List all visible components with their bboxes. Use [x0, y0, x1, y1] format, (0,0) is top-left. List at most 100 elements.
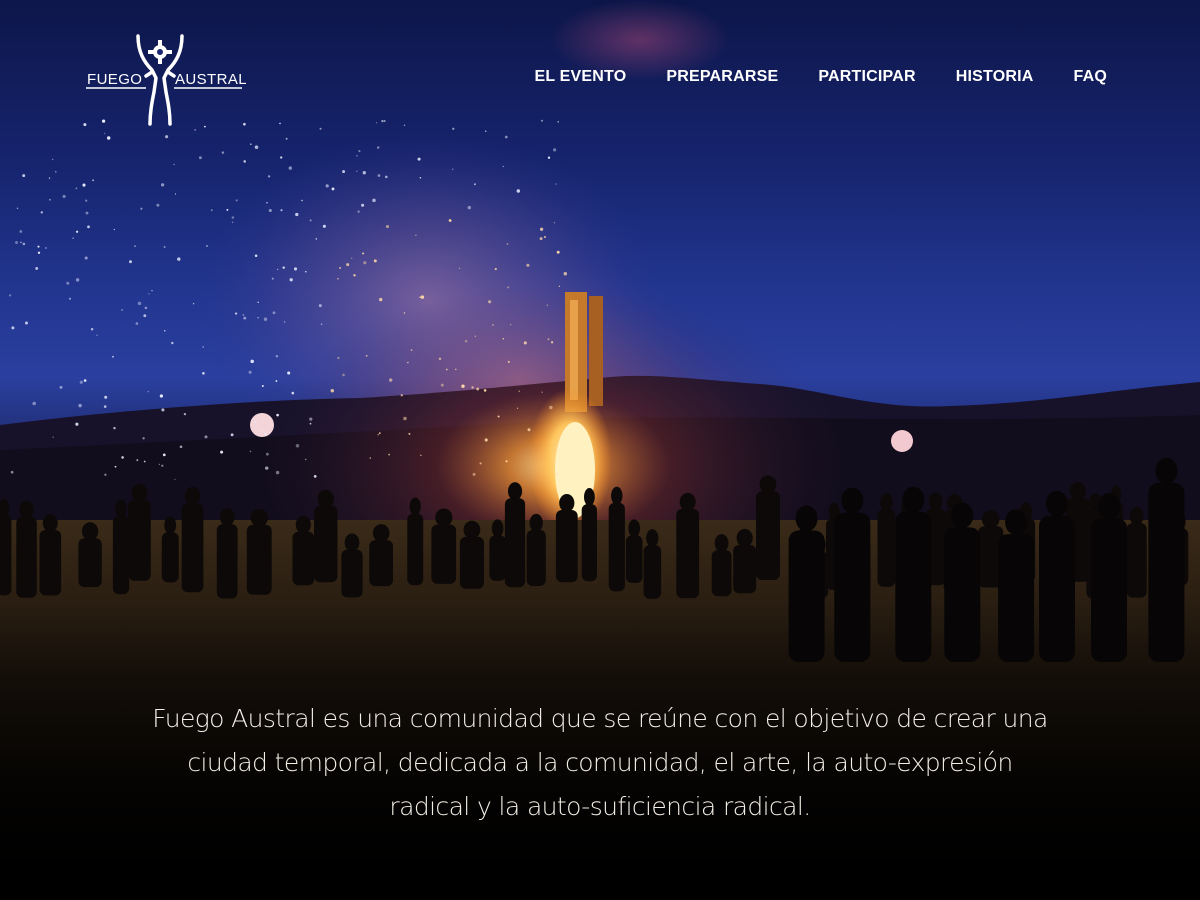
spark [51, 158, 54, 161]
spark [497, 415, 500, 418]
spark [161, 408, 165, 412]
spark [410, 349, 413, 352]
nav-item-el-evento[interactable]: EL EVENTO [534, 66, 626, 88]
spark [377, 146, 380, 149]
spark [210, 209, 213, 212]
spark [266, 452, 269, 456]
nav-item-participar[interactable]: PARTICIPAR [818, 66, 915, 88]
spark [322, 224, 326, 228]
spark [275, 380, 278, 382]
spark [266, 201, 268, 204]
nav-item-historia[interactable]: HISTORIA [956, 66, 1034, 88]
spark [556, 250, 560, 254]
person-silhouette [895, 486, 932, 662]
spark [472, 472, 476, 476]
spark [103, 405, 107, 408]
spark [183, 412, 187, 416]
spark [113, 426, 116, 430]
spark [356, 155, 358, 157]
nav-item-prepararse[interactable]: PREPARARSE [666, 66, 778, 88]
spark [134, 245, 136, 247]
spark [539, 237, 543, 241]
spark [136, 459, 139, 462]
spark [516, 407, 519, 409]
spark [114, 465, 117, 468]
spark [174, 193, 177, 195]
spark [288, 166, 292, 170]
spark [271, 277, 274, 280]
spark [451, 168, 454, 170]
spark [202, 346, 204, 348]
site-header: FUEGO AUSTRAL EL EVENTO PREPARARSE PARTI… [0, 0, 1200, 140]
spark [471, 386, 474, 389]
spark [226, 208, 229, 211]
spark [202, 372, 205, 375]
spark [385, 224, 390, 229]
spark [173, 163, 175, 166]
spark [547, 338, 550, 341]
spark [342, 170, 346, 174]
spark [420, 295, 425, 299]
person-silhouette [733, 528, 757, 594]
spark [40, 211, 43, 214]
spark [365, 354, 368, 357]
landing-page: FUEGO AUSTRAL EL EVENTO PREPARARSE PARTI… [0, 0, 1200, 900]
spark [315, 238, 318, 240]
spark [161, 464, 164, 467]
spark [66, 281, 70, 285]
spark [75, 278, 80, 282]
spark [45, 247, 47, 249]
spark [254, 420, 257, 423]
spark [507, 360, 510, 363]
spark [49, 199, 51, 201]
spark [11, 326, 15, 330]
spark [305, 271, 307, 273]
spark [408, 432, 411, 435]
spark [301, 199, 303, 202]
spark [55, 171, 57, 173]
spark [289, 278, 293, 282]
spark [502, 338, 505, 340]
spark [388, 453, 390, 456]
spark [20, 241, 22, 244]
spark [476, 387, 480, 391]
spark [309, 219, 312, 222]
spark [260, 429, 264, 433]
spark [445, 368, 448, 371]
spark [158, 463, 161, 465]
spark [331, 187, 335, 191]
hero-tagline: Fuego Austral es una comunidad que se re… [152, 704, 1048, 821]
spark [523, 341, 527, 345]
spark [356, 170, 358, 172]
nav-item-faq[interactable]: FAQ [1074, 66, 1108, 88]
spark [135, 322, 139, 325]
spark [268, 208, 272, 213]
spark [235, 199, 238, 202]
spark [357, 210, 360, 213]
spark [84, 256, 88, 260]
spark [342, 373, 345, 377]
spark [488, 300, 492, 304]
spark [325, 184, 329, 188]
spark [174, 478, 176, 481]
spark [37, 251, 41, 254]
spark [206, 245, 208, 247]
spark [280, 209, 283, 212]
fuego-austral-logo[interactable]: FUEGO AUSTRAL [86, 32, 246, 128]
spark [467, 205, 472, 210]
spark [267, 175, 271, 178]
spark [369, 457, 372, 459]
spark [353, 274, 356, 277]
spark [346, 263, 350, 267]
spark [92, 179, 95, 182]
spark [320, 323, 323, 325]
spark [491, 324, 494, 326]
spark [75, 422, 79, 426]
spark [448, 219, 452, 222]
spark [148, 293, 150, 295]
spark [8, 294, 12, 297]
spark [543, 235, 547, 239]
spark [59, 385, 63, 389]
spark [277, 268, 279, 270]
spark [389, 378, 393, 382]
